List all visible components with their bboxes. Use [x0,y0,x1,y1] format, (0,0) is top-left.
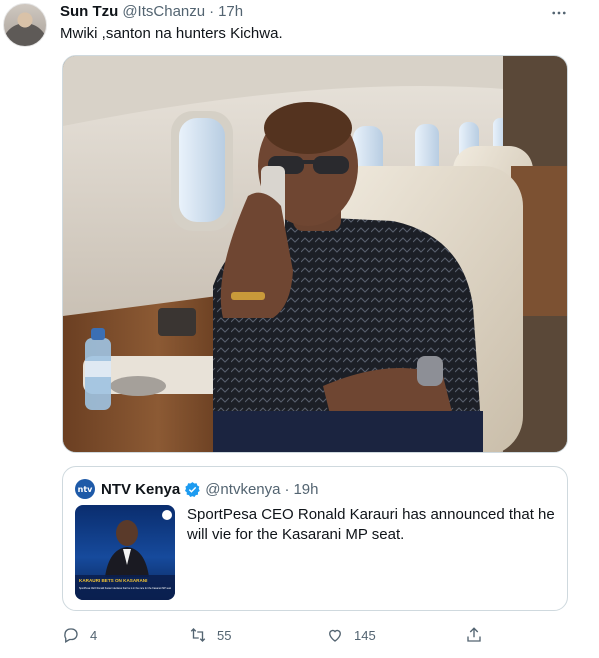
reply-count: 4 [90,627,98,643]
like-count: 145 [354,627,376,643]
retweet-icon [190,628,206,642]
verified-badge-icon [185,481,200,497]
thumbnail-headline: KARAURI BETS ON KASARANI [79,578,147,583]
author-handle[interactable]: @ItsChanzu [122,3,205,20]
quoted-author-avatar[interactable]: ntv [75,479,95,499]
quoted-author-handle[interactable]: @ntvkenya [205,481,280,498]
heart-icon [329,629,341,642]
share-button[interactable] [465,624,483,646]
retweet-count: 55 [217,627,232,643]
thumbnail-caption: SportPesa CEO Ronald Karauri declares th… [79,586,171,590]
author-display-name[interactable]: Sun Tzu [60,3,118,20]
tweet-card[interactable]: Sun Tzu @ItsChanzu · 17h Mwiki ,santon n… [0,0,599,658]
tweet-photo[interactable] [62,55,568,453]
quoted-header-separator: · [284,480,290,498]
jet-cabin-photo [63,56,567,452]
like-button[interactable]: 145 [326,624,376,646]
quoted-tweet-thumbnail[interactable]: KARAURI BETS ON KASARANI SportPesa CEO R… [75,505,175,600]
tweet-timestamp[interactable]: 17h [218,3,243,20]
tweet-action-bar: 4 55 145 [62,624,568,646]
reply-icon [64,628,78,643]
retweet-button[interactable]: 55 [189,624,231,646]
quoted-tweet-text: SportPesa CEO Ronald Karauri has announc… [187,506,555,543]
tweet-text: Mwiki ,santon na hunters Kichwa. [60,25,283,42]
reply-button[interactable]: 4 [62,624,97,646]
quoted-tweet-header: NTV Kenya @ntvkenya · 19h [101,479,319,499]
header-separator: · [209,3,215,20]
more-options-button[interactable] [548,2,570,24]
more-horizontal-icon [552,11,566,15]
share-icon [467,627,481,642]
quoted-author-display-name[interactable]: NTV Kenya [101,481,180,498]
tweet-header: Sun Tzu @ItsChanzu · 17h [60,3,243,23]
quoted-tweet-timestamp[interactable]: 19h [293,481,318,498]
quoted-tweet[interactable]: ntv NTV Kenya @ntvkenya · 19h KARAURI BE… [62,466,568,611]
author-avatar[interactable] [3,3,47,47]
news-graphic: KARAURI BETS ON KASARANI SportPesa CEO R… [75,510,175,600]
